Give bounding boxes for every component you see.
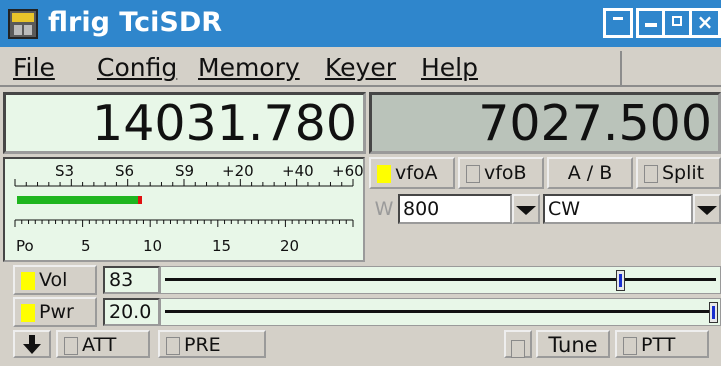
window-title: flrig TciSDR <box>48 7 223 38</box>
led-indicator-on <box>21 271 35 290</box>
volume-slider[interactable] <box>160 266 721 294</box>
power-slider-thumb[interactable] <box>709 302 718 323</box>
volume-value: 83 <box>103 266 160 294</box>
power-value: 20.0 <box>103 298 160 326</box>
shade-button[interactable] <box>603 8 633 38</box>
menu-file[interactable]: File <box>13 53 55 83</box>
menu-help[interactable]: Help <box>421 53 478 83</box>
chevron-down-icon <box>516 206 536 215</box>
led-indicator-off <box>511 339 525 358</box>
power-slider[interactable] <box>160 298 721 326</box>
led-indicator-on <box>21 303 35 322</box>
bandwidth-dropdown-button[interactable] <box>512 194 540 224</box>
app-icon[interactable] <box>8 9 38 39</box>
signal-peak-marker <box>138 196 142 204</box>
s-scale-label: S6 <box>115 162 135 180</box>
led-indicator-off <box>166 336 180 355</box>
tune-button[interactable]: Tune <box>536 330 610 358</box>
volume-button[interactable]: Vol <box>13 265 97 295</box>
led-indicator-on <box>377 164 391 183</box>
split-button[interactable]: Split <box>636 157 721 189</box>
vfoa-button[interactable]: vfoA <box>369 157 455 189</box>
po-scale-label: 5 <box>81 237 91 255</box>
menu-divider <box>620 51 622 85</box>
mode-select[interactable]: CW <box>543 194 693 224</box>
ptt-button[interactable]: PTT <box>615 330 709 358</box>
po-scale-label: 20 <box>280 237 300 255</box>
vfob-button[interactable]: vfoB <box>458 157 544 189</box>
led-indicator-off <box>466 164 480 183</box>
vfob-frequency-display[interactable]: 7027.500 <box>369 92 721 154</box>
volume-slider-thumb[interactable] <box>616 270 625 291</box>
vfoa-frequency-display[interactable]: 14031.780 <box>3 92 366 154</box>
s-scale-label: S9 <box>175 162 195 180</box>
maximize-button[interactable] <box>662 8 692 38</box>
title-bar[interactable]: flrig TciSDR × <box>0 0 721 47</box>
s-scale-label: S3 <box>55 162 75 180</box>
po-scale-label: 15 <box>212 237 232 255</box>
signal-level-bar <box>17 196 138 204</box>
menu-memory[interactable]: Memory <box>198 53 300 83</box>
bandwidth-select[interactable]: 800 <box>398 194 512 224</box>
s-scale-label: +60 <box>332 162 364 180</box>
po-label: Po <box>16 237 34 255</box>
s-scale-label: +20 <box>222 162 254 180</box>
menu-bar: File Config Memory Keyer Help <box>0 49 721 87</box>
menu-config[interactable]: Config <box>97 53 177 83</box>
close-button[interactable]: × <box>689 8 721 38</box>
s-scale-label: +40 <box>282 162 314 180</box>
width-label[interactable]: W <box>371 197 397 221</box>
chevron-down-icon <box>697 206 717 215</box>
more-controls-button[interactable] <box>13 330 51 358</box>
pre-button[interactable]: PRE <box>158 330 266 358</box>
menu-keyer[interactable]: Keyer <box>325 53 396 83</box>
a-b-swap-button[interactable]: A / B <box>547 157 633 189</box>
down-arrow-icon <box>23 335 41 354</box>
led-indicator-off <box>64 336 78 355</box>
led-indicator-off <box>623 336 637 355</box>
mode-dropdown-button[interactable] <box>693 194 721 224</box>
led-indicator-off <box>644 164 658 183</box>
signal-meter: S3 S6 S9 +20 +40 +60 Po 5 10 15 20 <box>3 157 365 262</box>
att-button[interactable]: ATT <box>56 330 150 358</box>
po-scale-label: 10 <box>143 237 163 255</box>
power-button[interactable]: Pwr <box>13 297 97 327</box>
tune-indicator-button[interactable] <box>504 330 532 358</box>
